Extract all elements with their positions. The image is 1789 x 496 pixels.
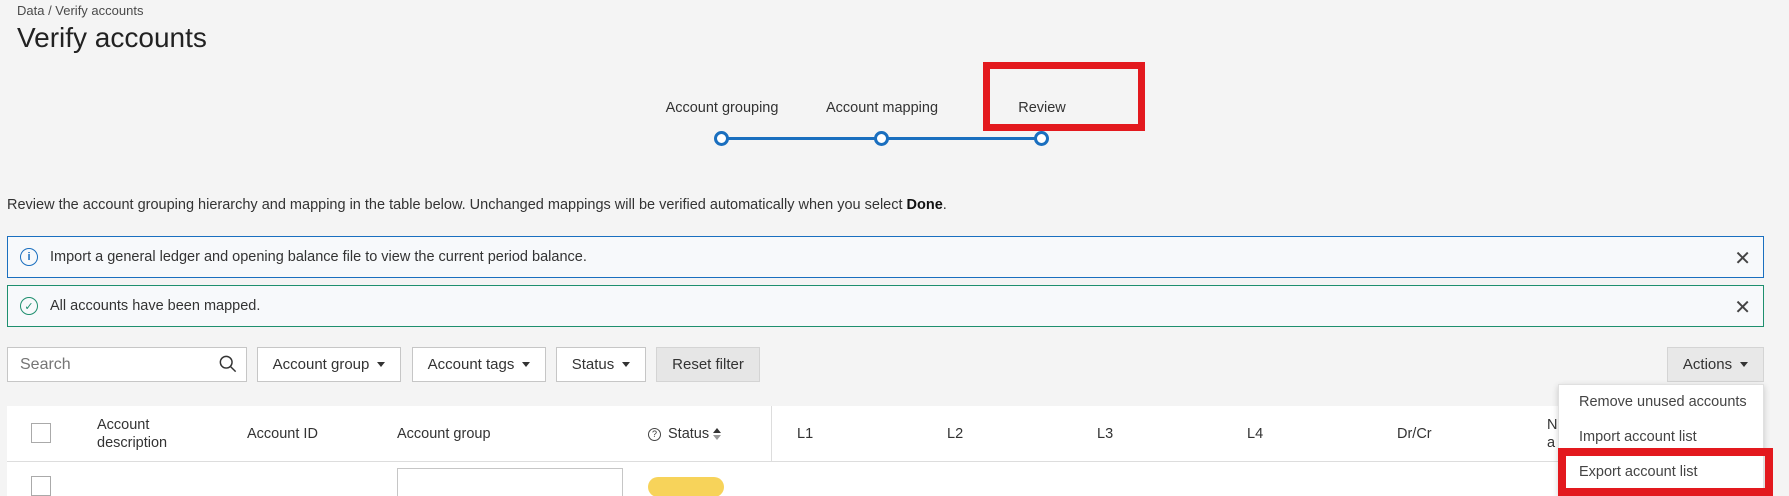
search-icon[interactable] [219,355,237,373]
account-tags-dropdown-label: Account tags [427,356,515,373]
breadcrumb: Data / Verify accounts [17,3,144,18]
info-banner-text: Import a general ledger and opening bala… [50,249,587,265]
select-all-checkbox[interactable] [31,423,51,443]
account-group-dropdown[interactable]: Account group [257,347,401,382]
table-header: Account description Account ID Account g… [7,406,1567,496]
page-title: Verify accounts [17,22,207,53]
col-status[interactable]: ? Status [648,406,722,462]
caret-down-icon [377,362,386,367]
status-badge [648,477,724,496]
table-row [7,462,1567,496]
caret-down-icon [1740,362,1749,367]
search-box [7,347,247,382]
actions-button-label: Actions [1682,356,1733,373]
success-banner: ✓ All accounts have been mapped. ✕ [7,285,1764,327]
menu-item-import-account-list[interactable]: Import account list [1579,429,1697,445]
menu-item-remove-unused-accounts[interactable]: Remove unused accounts [1579,394,1747,410]
col-dr-cr[interactable]: Dr/Cr [1397,406,1432,462]
close-icon[interactable]: ✕ [1734,295,1751,320]
check-circle-icon: ✓ [20,297,38,315]
close-icon[interactable]: ✕ [1734,246,1751,271]
account-group-select[interactable] [397,468,623,496]
intro-text-body: Review the account grouping hierarchy an… [7,197,907,213]
step-account-mapping[interactable]: Account mapping [802,100,962,146]
intro-text: Review the account grouping hierarchy an… [7,197,947,213]
caret-down-icon [522,362,531,367]
info-banner: i Import a general ledger and opening ba… [7,236,1764,278]
row-checkbox[interactable] [31,476,51,496]
col-account-id[interactable]: Account ID [247,406,318,462]
intro-suffix: . [942,197,947,213]
export-item-highlight [1558,448,1773,496]
col-l2[interactable]: L2 [947,406,963,462]
actions-button[interactable]: Actions [1667,347,1764,382]
info-icon: i [20,248,38,266]
col-account-group[interactable]: Account group [397,406,491,462]
col-l4[interactable]: L4 [1247,406,1263,462]
reset-filter-button[interactable]: Reset filter [656,347,760,382]
step-label: Account mapping [825,100,939,116]
col-l1[interactable]: L1 [797,406,813,462]
step-dot-icon [714,131,729,146]
step-dot-icon [1034,131,1049,146]
caret-down-icon [622,362,631,367]
review-step-highlight [983,62,1145,131]
search-input[interactable] [20,348,210,381]
help-icon[interactable]: ? [648,427,661,441]
col-account-description[interactable]: Account description [97,406,207,462]
step-account-grouping[interactable]: Account grouping [642,100,802,146]
account-tags-dropdown[interactable]: Account tags [412,347,546,382]
status-dropdown[interactable]: Status [556,347,646,382]
account-group-dropdown-label: Account group [272,356,370,373]
col-l3[interactable]: L3 [1097,406,1113,462]
intro-done-keyword: Done [906,197,943,213]
status-dropdown-label: Status [571,356,615,373]
col-status-label: Status [668,426,710,442]
success-banner-text: All accounts have been mapped. [50,298,261,314]
step-dot-icon [874,131,889,146]
sort-icon[interactable] [713,428,722,440]
step-label: Account grouping [665,100,779,116]
